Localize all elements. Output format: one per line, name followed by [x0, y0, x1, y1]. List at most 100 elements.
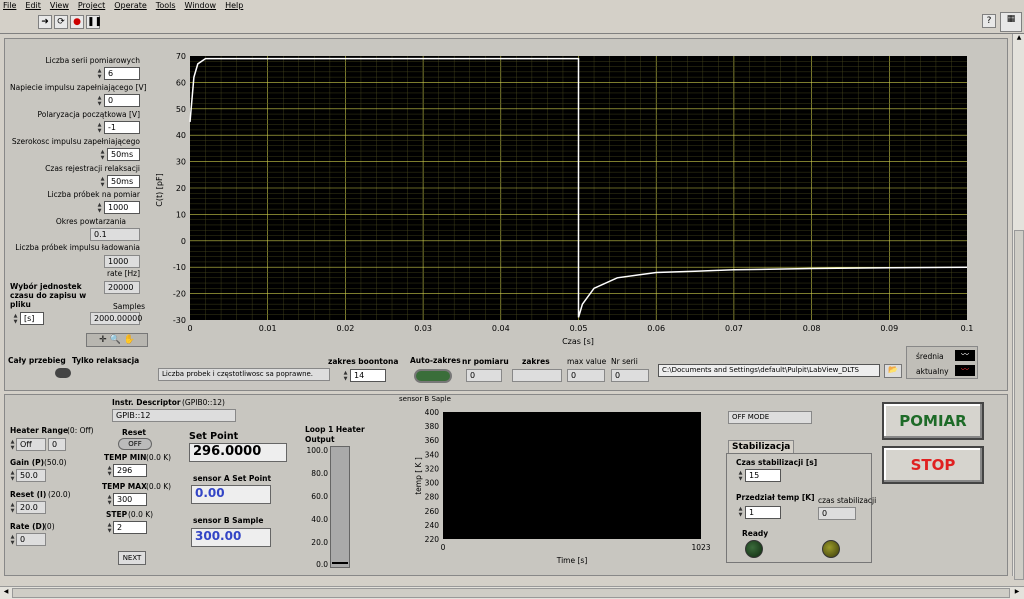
heater-range-select[interactable]: Off	[16, 438, 46, 451]
spinner-icon[interactable]: ▲ ▼	[99, 176, 106, 189]
menu-window[interactable]: Window	[185, 0, 217, 12]
y-tick-label: 340	[425, 450, 440, 459]
czas-stab-label: Czas stabilizacji [s]	[736, 458, 818, 467]
ready-label: Ready	[742, 529, 769, 538]
vertical-scrollbar[interactable]: ▲	[1012, 34, 1024, 580]
menu-view[interactable]: View	[50, 0, 69, 12]
mode-toggle-switch[interactable]	[55, 368, 71, 378]
liczba-serii-label: Liczba serii pomiarowych	[45, 56, 140, 65]
gain-input[interactable]: 50.0	[16, 469, 46, 482]
instr-descriptor-value[interactable]: GPIB::12	[112, 409, 236, 422]
x-tick-label: 0.09	[880, 324, 898, 333]
zakres-boontona-label: zakres boontona	[328, 357, 399, 366]
scroll-up-icon[interactable]: ▲	[1014, 34, 1024, 45]
scroll-left-icon[interactable]: ◀	[1, 588, 11, 598]
y-axis-label: C(t) [pF]	[155, 173, 164, 206]
zakres-boontona-input[interactable]: 14	[350, 369, 386, 382]
graph-palette-icon[interactable]: ✛ 🔍 ✋	[86, 333, 148, 347]
step-input[interactable]: 2	[113, 521, 147, 534]
menu-operate[interactable]: Operate	[114, 0, 147, 12]
stop-button[interactable]: STOP	[882, 446, 984, 484]
wybor-jednostek-label: Wybór jednostek czasu do zapisu w pliku	[10, 282, 87, 309]
x-tick-label: 0.08	[803, 324, 821, 333]
czas-input[interactable]: 50ms	[107, 175, 140, 188]
menu-project[interactable]: Project	[78, 0, 105, 12]
y-tick-label: 300	[425, 479, 440, 488]
spinner-icon[interactable]: ▲ ▼	[9, 534, 16, 547]
run-arrow-icon[interactable]: ➜	[38, 15, 52, 29]
okres-value: 0.1	[90, 228, 140, 241]
spinner-icon[interactable]: ▲ ▼	[106, 522, 113, 535]
scroll-thumb[interactable]	[1014, 230, 1024, 580]
liczba-serii-input[interactable]: 6	[104, 67, 140, 80]
abort-icon[interactable]: ●	[70, 15, 84, 29]
tmin-input[interactable]: 296	[113, 464, 147, 477]
spinner-icon[interactable]: ▲ ▼	[737, 470, 744, 483]
horizontal-scrollbar[interactable]: ◀ ▶	[0, 586, 1024, 599]
spinner-icon[interactable]: ▲ ▼	[106, 494, 113, 507]
liczba-probek-input[interactable]: 1000	[104, 201, 140, 214]
set-point-label: Set Point	[189, 431, 239, 442]
loop-tick: 20.0	[311, 538, 328, 547]
spinner-icon[interactable]: ▲ ▼	[9, 439, 16, 452]
szerokosc-input[interactable]: 50ms	[107, 148, 140, 161]
legend-srednia: średnia	[916, 352, 944, 361]
stabilizacja-title: Stabilizacja	[728, 440, 795, 454]
folder-icon[interactable]: 📂	[884, 364, 902, 378]
next-button[interactable]: NEXT	[118, 551, 146, 565]
menu-file[interactable]: File	[3, 0, 16, 12]
pause-icon[interactable]: ❚❚	[86, 15, 102, 29]
spinner-icon[interactable]: ▲ ▼	[96, 202, 103, 215]
spinner-icon[interactable]: ▲ ▼	[96, 122, 103, 135]
przedzial-input[interactable]: 1	[745, 506, 781, 519]
pomiar-button[interactable]: POMIAR	[882, 402, 984, 440]
y-tick-label: 30	[176, 158, 186, 167]
reset-toggle[interactable]: OFF	[118, 438, 152, 450]
auto-zakres-toggle[interactable]	[414, 369, 452, 383]
napiecie-input[interactable]: 0	[104, 94, 140, 107]
tmin-hint: (0.0 K)	[146, 453, 172, 462]
y-tick-label: 20	[176, 184, 186, 193]
jednostka-select[interactable]: [s]	[20, 312, 44, 325]
tmax-label: TEMP MAX	[102, 482, 147, 491]
menu-help[interactable]: Help	[225, 0, 243, 12]
spinner-icon[interactable]: ▲ ▼	[737, 506, 744, 519]
sensor-plot-area	[443, 412, 701, 539]
spinner-icon[interactable]: ▲ ▼	[9, 502, 16, 515]
polaryzacja-input[interactable]: -1	[104, 121, 140, 134]
loop-tick: 40.0	[311, 515, 328, 524]
run-continuous-icon[interactable]: ⟳	[54, 15, 68, 29]
spinner-icon[interactable]: ▲ ▼	[12, 313, 19, 326]
polaryzacja-label: Polaryzacja początkowa [V]	[37, 110, 140, 119]
caly-przebieg-label: Cały przebieg	[8, 356, 66, 365]
max-value-value: 0	[567, 369, 605, 382]
help-icon[interactable]: ?	[982, 14, 996, 28]
scroll-right-icon[interactable]: ▶	[1012, 588, 1022, 598]
x-tick-label: 0.02	[336, 324, 354, 333]
spinner-icon[interactable]: ▲ ▼	[106, 465, 113, 478]
spinner-icon[interactable]: ▲ ▼	[99, 149, 106, 162]
spinner-icon[interactable]: ▲ ▼	[96, 95, 103, 108]
x-axis-label: Czas [s]	[562, 337, 594, 346]
file-path-input[interactable]: C:\Documents and Settings\default\Pulpit…	[658, 364, 880, 377]
x-tick-label: 0.01	[259, 324, 277, 333]
tmin-label: TEMP MIN	[104, 453, 147, 462]
menu-edit[interactable]: Edit	[25, 0, 41, 12]
czas-stab-input[interactable]: 15	[745, 469, 781, 482]
sensor-b-chart: sensor B Saple 400 380 360 340 320 300 280 260 2…	[399, 395, 711, 565]
y-tick-label: 380	[425, 422, 440, 431]
spinner-icon[interactable]: ▲ ▼	[96, 68, 103, 81]
y-tick-label: 60	[176, 78, 186, 87]
y-axis-label: temp [ K ]	[414, 457, 423, 495]
hscroll-thumb[interactable]	[12, 588, 1010, 598]
tmax-input[interactable]: 300	[113, 493, 147, 506]
menu-tools[interactable]: Tools	[156, 0, 176, 12]
heater-range-num: 0	[48, 438, 66, 451]
spinner-icon[interactable]: ▲ ▼	[9, 470, 16, 483]
sensor-a-label: sensor A Set Point	[193, 474, 272, 483]
x-tick-label: 0	[441, 543, 446, 552]
reset-i-input[interactable]: 20.0	[16, 501, 46, 514]
spinner-icon[interactable]: ▲ ▼	[342, 370, 349, 383]
capacitance-chart: 0 0.01 0.02 0.03 0.04 0.05 0.06 0.07 0.08 0.09 0.1…	[155, 52, 973, 346]
rate-d-input[interactable]: 0	[16, 533, 46, 546]
